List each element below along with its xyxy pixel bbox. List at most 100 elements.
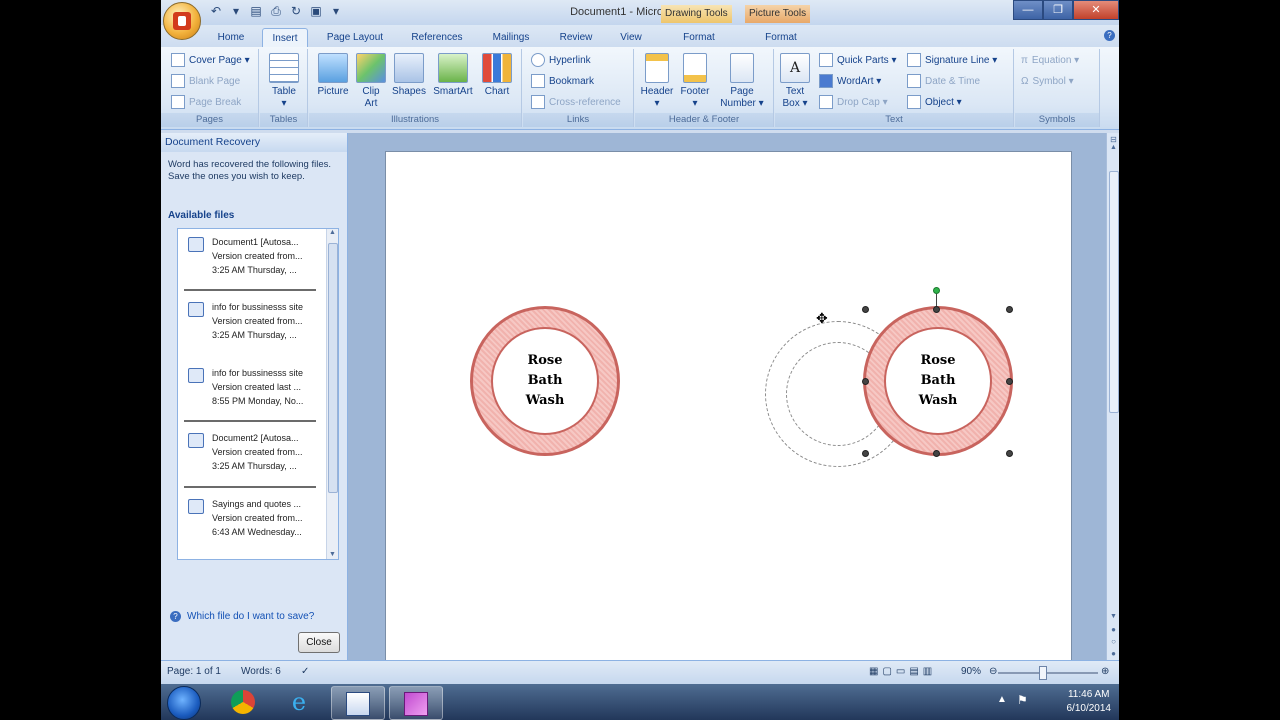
tab-view[interactable]: View bbox=[613, 28, 649, 47]
cross-reference-button[interactable]: Cross-reference bbox=[531, 94, 621, 112]
taskbar-internet-explorer[interactable]: e bbox=[273, 686, 325, 718]
word-document-icon bbox=[188, 368, 204, 383]
symbol-button[interactable]: Ω Symbol ▾ bbox=[1021, 73, 1074, 91]
file-timestamp: 3:25 AM Thursday, ... bbox=[212, 265, 297, 275]
clip-art-button[interactable]: Clip Art bbox=[355, 53, 387, 110]
start-button[interactable] bbox=[167, 686, 201, 720]
which-file-help-link[interactable]: ? Which file do I want to save? bbox=[170, 611, 314, 622]
proofing-icon[interactable]: ✓ bbox=[301, 666, 309, 677]
view-buttons-icon[interactable]: ▦▢▭▤▥ bbox=[869, 666, 936, 677]
badge-text-line: Rose bbox=[527, 353, 563, 368]
tab-format-drawing[interactable]: Format bbox=[673, 28, 725, 47]
group-links: Hyperlink Bookmark Cross-reference Links bbox=[523, 49, 634, 127]
minimize-button[interactable]: — bbox=[1013, 0, 1043, 20]
group-header-footer: Header ▾ Footer ▾ Page Number ▾ Header & F… bbox=[635, 49, 774, 127]
file-timestamp: 3:25 AM Thursday, ... bbox=[212, 461, 297, 471]
word-count[interactable]: Words: 6 bbox=[241, 666, 281, 677]
zoom-in-icon[interactable]: ⊕ bbox=[1101, 666, 1109, 677]
previous-page-icon[interactable]: ● bbox=[1107, 625, 1119, 634]
bookmark-button[interactable]: Bookmark bbox=[531, 73, 594, 91]
blank-page-button[interactable]: Blank Page bbox=[171, 73, 240, 91]
maximize-button[interactable]: ❐ bbox=[1043, 0, 1073, 20]
rose-bath-wash-badge-left[interactable]: Rose Bath Wash bbox=[470, 306, 620, 456]
tab-insert[interactable]: Insert bbox=[262, 28, 308, 48]
resize-handle-right[interactable] bbox=[1006, 378, 1013, 385]
resize-handle-bottom-right[interactable] bbox=[1006, 450, 1013, 457]
ruler-toggle-icon[interactable]: ⊟ bbox=[1107, 135, 1119, 144]
clip-art-icon bbox=[356, 53, 386, 83]
file-version: Version created from... bbox=[212, 316, 303, 326]
document-vertical-scrollbar[interactable]: ⊟ ▲ ▼ ● ○ ● bbox=[1106, 133, 1119, 660]
resize-handle-bottom-left[interactable] bbox=[862, 450, 869, 457]
resize-handle-top[interactable] bbox=[933, 306, 940, 313]
zoom-slider-knob[interactable] bbox=[1039, 666, 1048, 680]
group-tables: Table ▾ Tables bbox=[260, 49, 308, 127]
scroll-up-icon[interactable]: ▲ bbox=[1107, 144, 1119, 151]
equation-button[interactable]: π Equation ▾ bbox=[1021, 52, 1079, 70]
resize-handle-top-right[interactable] bbox=[1006, 306, 1013, 313]
table-button[interactable]: Table ▾ bbox=[268, 53, 300, 110]
taskbar-clock[interactable]: 11:46 AM 6/10/2014 bbox=[1067, 688, 1112, 716]
signature-line-button[interactable]: Signature Line ▾ bbox=[907, 52, 997, 70]
clock-time: 11:46 AM bbox=[1067, 689, 1110, 700]
resize-handle-left[interactable] bbox=[862, 378, 869, 385]
wordart-button[interactable]: WordArt ▾ bbox=[819, 73, 881, 91]
file-timestamp: 6:43 AM Wednesday... bbox=[212, 527, 302, 537]
file-list-scrollbar[interactable]: ▲ ▼ bbox=[326, 229, 338, 559]
document-page[interactable]: Rose Bath Wash ✥ Rose Bath Wash bbox=[385, 151, 1072, 673]
zoom-level[interactable]: 90% bbox=[961, 666, 981, 677]
taskbar-word[interactable] bbox=[331, 686, 385, 720]
show-hidden-icons-icon[interactable]: ▲ bbox=[997, 694, 1007, 705]
tab-references[interactable]: References bbox=[404, 28, 470, 47]
document-scroll-thumb[interactable] bbox=[1109, 171, 1119, 413]
tab-format-picture[interactable]: Format bbox=[755, 28, 807, 47]
date-time-button[interactable]: Date & Time bbox=[907, 73, 980, 91]
text-box-icon: A bbox=[780, 53, 810, 83]
table-dropdown-icon: ▾ bbox=[281, 98, 287, 109]
resize-handle-bottom[interactable] bbox=[933, 450, 940, 457]
zoom-out-icon[interactable]: ⊖ bbox=[989, 666, 997, 677]
close-pane-button[interactable]: Close bbox=[298, 632, 340, 653]
badge-text-line: Bath bbox=[527, 373, 563, 388]
help-icon[interactable]: ? bbox=[1104, 30, 1115, 41]
file-separator bbox=[184, 486, 316, 488]
shapes-button[interactable]: Shapes bbox=[391, 53, 427, 98]
picture-button[interactable]: Picture bbox=[315, 53, 351, 98]
media-app-icon bbox=[404, 692, 428, 716]
office-button[interactable] bbox=[163, 2, 201, 40]
page-break-button[interactable]: Page Break bbox=[171, 94, 241, 112]
page-number-button[interactable]: Page Number ▾ bbox=[715, 53, 769, 110]
scroll-down-icon[interactable]: ▼ bbox=[1107, 613, 1119, 620]
blank-page-icon bbox=[171, 74, 185, 89]
scroll-thumb[interactable] bbox=[328, 243, 338, 493]
drop-cap-button[interactable]: Drop Cap ▾ bbox=[819, 94, 888, 112]
hyperlink-button[interactable]: Hyperlink bbox=[531, 52, 591, 70]
resize-handle-top-left[interactable] bbox=[862, 306, 869, 313]
tab-mailings[interactable]: Mailings bbox=[484, 28, 538, 47]
rose-bath-wash-badge-right[interactable]: Rose Bath Wash bbox=[863, 306, 1013, 456]
object-icon bbox=[907, 95, 921, 110]
tab-home[interactable]: Home bbox=[211, 28, 251, 47]
tab-review[interactable]: Review bbox=[552, 28, 600, 47]
text-box-button[interactable]: A Text Box ▾ bbox=[777, 53, 813, 110]
scroll-up-icon[interactable]: ▲ bbox=[327, 229, 338, 236]
action-center-flag-icon[interactable]: ⚑ bbox=[1017, 693, 1028, 707]
page-count[interactable]: Page: 1 of 1 bbox=[167, 666, 221, 677]
rotation-handle[interactable] bbox=[933, 287, 940, 294]
footer-button[interactable]: Footer ▾ bbox=[677, 53, 713, 110]
scroll-down-icon[interactable]: ▼ bbox=[327, 551, 338, 558]
header-dropdown-icon: ▾ bbox=[654, 98, 660, 109]
smartart-button[interactable]: SmartArt bbox=[431, 53, 475, 98]
cover-page-button[interactable]: Cover Page ▾ bbox=[171, 52, 250, 70]
close-window-button[interactable]: ✕ bbox=[1073, 0, 1119, 20]
next-page-icon[interactable]: ● bbox=[1107, 649, 1119, 658]
chart-button[interactable]: Chart bbox=[479, 53, 515, 98]
zoom-slider[interactable] bbox=[998, 672, 1098, 674]
taskbar-chrome[interactable] bbox=[217, 686, 269, 718]
object-button[interactable]: Object ▾ bbox=[907, 94, 962, 112]
header-button[interactable]: Header ▾ bbox=[639, 53, 675, 110]
taskbar-media-app[interactable] bbox=[389, 686, 443, 720]
tab-page-layout[interactable]: Page Layout bbox=[319, 28, 391, 47]
browse-object-icon[interactable]: ○ bbox=[1107, 637, 1119, 646]
quick-parts-button[interactable]: Quick Parts ▾ bbox=[819, 52, 896, 70]
